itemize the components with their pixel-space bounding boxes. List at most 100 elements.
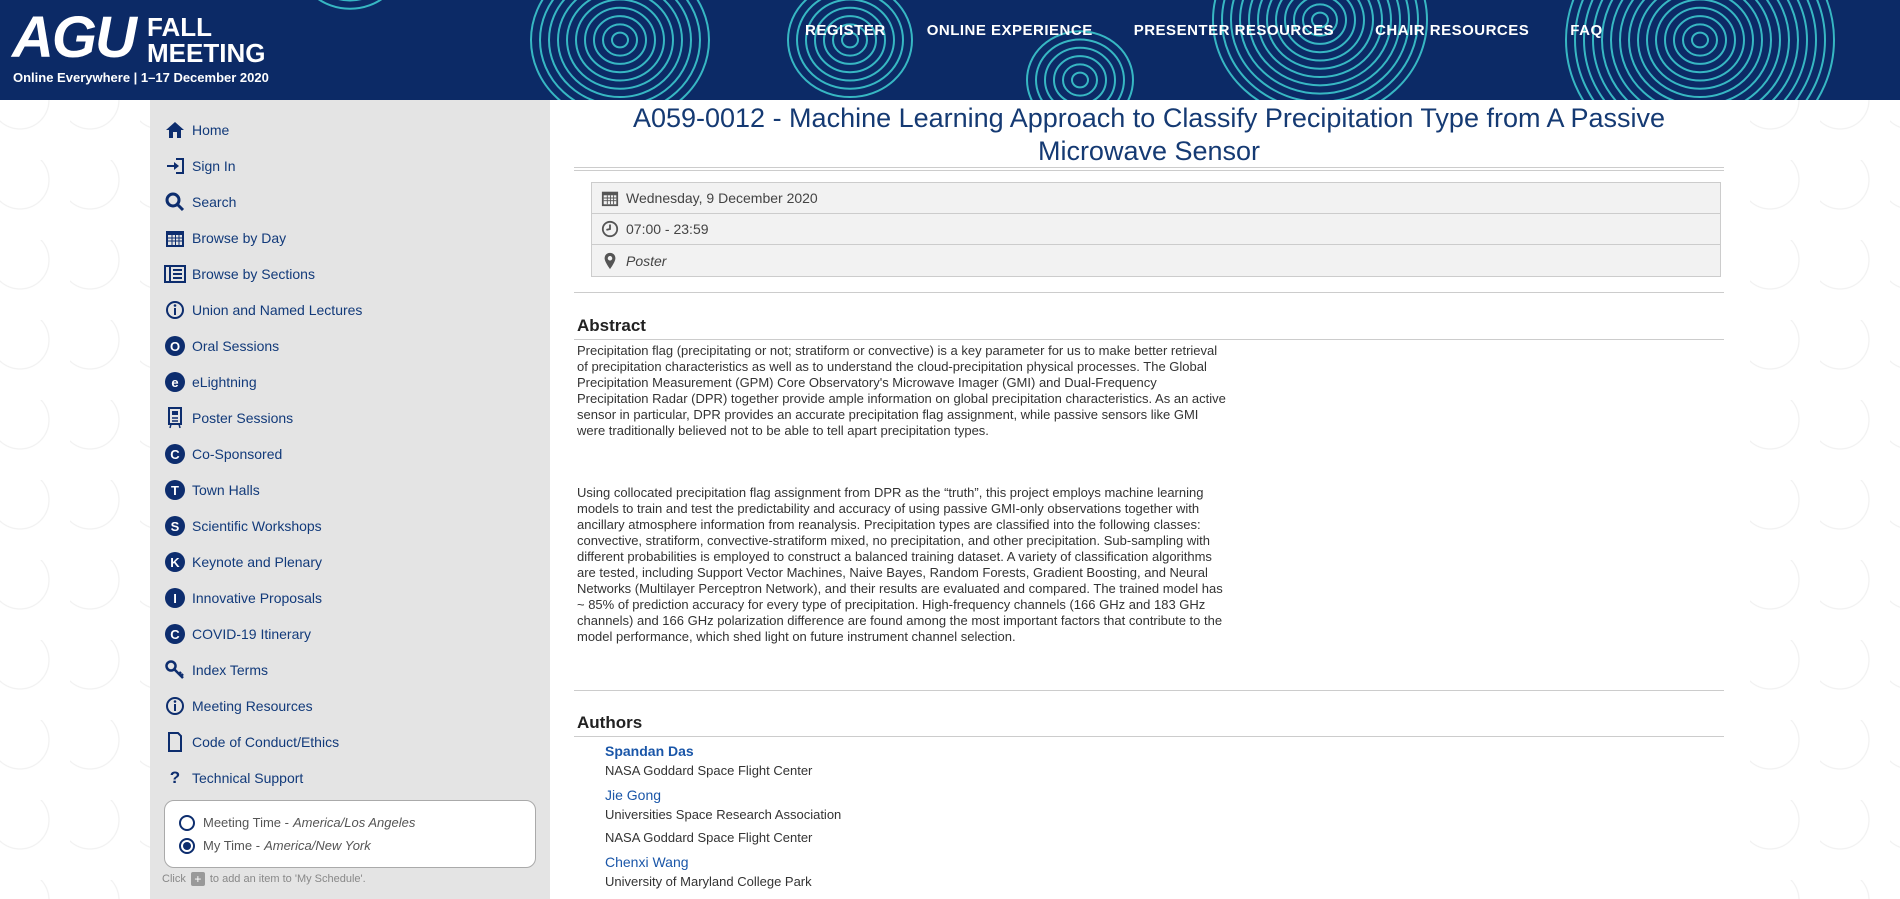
author-affiliation: Universities Space Research Association [605,807,842,822]
letter-t-icon-glyph: T [165,480,185,500]
letter-c-icon: C [164,623,186,645]
meeting-time-option[interactable]: Meeting Time - America/Los Angeles [179,811,521,834]
nav-chair-resources[interactable]: CHAIR RESOURCES [1375,22,1529,39]
sidebar-item-meeting-resources[interactable]: Meeting Resources [164,688,362,724]
nav-faq[interactable]: FAQ [1570,22,1602,39]
author-name[interactable]: Chenxi Wang [605,854,841,870]
document-icon [164,731,186,753]
meeting-time-label: Meeting Time - [203,815,289,830]
schedule-hint-after: to add an item to 'My Schedule'. [209,873,366,885]
sidebar-item-technical-support[interactable]: ? Technical Support [164,760,362,796]
sidebar-item-poster-sessions[interactable]: Poster Sessions [164,400,362,436]
nav-register[interactable]: REGISTER [805,22,886,39]
authors-list: Spandan Das NASA Goddard Space Flight Ce… [605,743,841,893]
schedule-hint: Click + to add an item to 'My Schedule'. [162,872,366,886]
sidebar-item-label: Keynote and Plenary [192,554,322,570]
sidebar-item-browse-by-day[interactable]: Browse by Day [164,220,362,256]
header-ring [575,0,665,82]
letter-k-icon-glyph: K [165,552,185,572]
logo-event-line2: MEETING [147,38,266,68]
header-ring [1628,0,1772,100]
sidebar-item-label: Innovative Proposals [192,590,322,606]
header-ring [584,6,656,74]
sidebar-item-code-of-conduct[interactable]: Code of Conduct/Ethics [164,724,362,760]
letter-o-icon-glyph: O [165,336,185,356]
title-divider [574,167,1724,168]
sidebar-item-label: Home [192,122,230,138]
header-ring [1682,23,1718,57]
info-icon [164,695,186,717]
info-divider [574,292,1724,293]
sidebar-item-sign-in[interactable]: Sign In [164,148,362,184]
date-text: Wednesday, 9 December 2020 [626,190,818,206]
sidebar-menu: Home Sign In Search Browse by Day Browse… [164,112,362,796]
sidebar-item-keynote-plenary[interactable]: K Keynote and Plenary [164,544,362,580]
home-icon [164,119,186,141]
header-ring [1691,31,1709,49]
sidebar-item-index-terms[interactable]: Index Terms [164,652,362,688]
sidebar-item-label: Co-Sponsored [192,446,283,462]
sidebar-item-search[interactable]: Search [164,184,362,220]
main-content: A059-0012 - Machine Learning Approach to… [550,100,1900,899]
my-time-option[interactable]: My Time - America/New York [179,834,521,857]
top-nav: REGISTER ONLINE EXPERIENCE PRESENTER RES… [805,22,1644,39]
site-header: AGU FALL MEETING Online Everywhere | 1–1… [0,0,1900,100]
logo-agu-text: AGU [12,5,137,70]
session-info: Wednesday, 9 December 2020 07:00 - 23:59… [591,182,1721,277]
abstract-body: Precipitation flag (precipitating or not… [577,343,1227,691]
abstract-divider [574,690,1724,691]
letter-c-icon: C [164,443,186,465]
sidebar-item-innovative-proposals[interactable]: I Innovative Proposals [164,580,362,616]
location-text: Poster [626,252,667,269]
meeting-time-radio[interactable] [179,814,195,831]
header-ring [1053,55,1107,100]
header-ring [1601,0,1799,100]
sidebar-item-label: Union and Named Lectures [192,302,363,318]
sidebar-item-co-sponsored[interactable]: C Co-Sponsored [164,436,362,472]
sidebar: Home Sign In Search Browse by Day Browse… [150,100,550,899]
header-ring [1071,71,1089,89]
abstract-heading: Abstract [577,316,646,335]
map-pin-icon [600,251,620,271]
my-time-radio[interactable] [179,837,195,854]
sidebar-item-label: Meeting Resources [192,698,313,714]
abstract-heading-underline [574,339,1724,340]
sidebar-item-town-halls[interactable]: T Town Halls [164,472,362,508]
poster-icon [164,407,186,429]
author-name[interactable]: Spandan Das [605,743,841,759]
logo-tagline: Online Everywhere | 1–17 December 2020 [13,70,269,85]
sidebar-item-covid-itinerary[interactable]: C COVID-19 Itinerary [164,616,362,652]
header-ring [611,31,629,49]
header-ring [1646,0,1754,90]
sidebar-item-browse-by-sections[interactable]: Browse by Sections [164,256,362,292]
author-entry: Chenxi Wang University of Maryland Colle… [605,854,841,893]
sidebar-item-home[interactable]: Home [164,112,362,148]
author-entry: Jie Gong Universities Space Research Ass… [605,787,841,849]
sign-in-icon [164,155,186,177]
sections-icon [164,263,186,285]
nav-presenter-resources[interactable]: PRESENTER RESOURCES [1134,22,1334,39]
sidebar-item-scientific-workshops[interactable]: S Scientific Workshops [164,508,362,544]
author-affiliation: NASA Goddard Space Flight Center [605,830,813,845]
info-time: 07:00 - 23:59 [592,214,1720,245]
sidebar-item-elightning[interactable]: e eLightning [164,364,362,400]
letter-s-icon: S [164,515,186,537]
sidebar-item-label: eLightning [192,374,257,390]
title-divider-2 [574,170,1724,171]
sidebar-item-label: Town Halls [192,482,260,498]
sidebar-item-union-lectures[interactable]: Union and Named Lectures [164,292,362,328]
sidebar-item-label: Oral Sessions [192,338,280,354]
header-ring [805,0,895,82]
sidebar-item-label: Scientific Workshops [192,518,322,534]
authors-heading-underline [574,736,1724,737]
sidebar-item-oral-sessions[interactable]: O Oral Sessions [164,328,362,364]
author-entry: Spandan Das NASA Goddard Space Flight Ce… [605,743,841,782]
author-affiliation: NASA Goddard Space Flight Center [605,763,813,778]
header-ring [548,0,692,100]
time-text: 07:00 - 23:59 [626,221,709,237]
nav-online-experience[interactable]: ONLINE EXPERIENCE [927,22,1093,39]
letter-t-icon: T [164,479,186,501]
timezone-selector: Meeting Time - America/Los Angeles My Ti… [164,800,536,868]
header-ring [1026,30,1134,100]
author-name[interactable]: Jie Gong [605,787,841,803]
